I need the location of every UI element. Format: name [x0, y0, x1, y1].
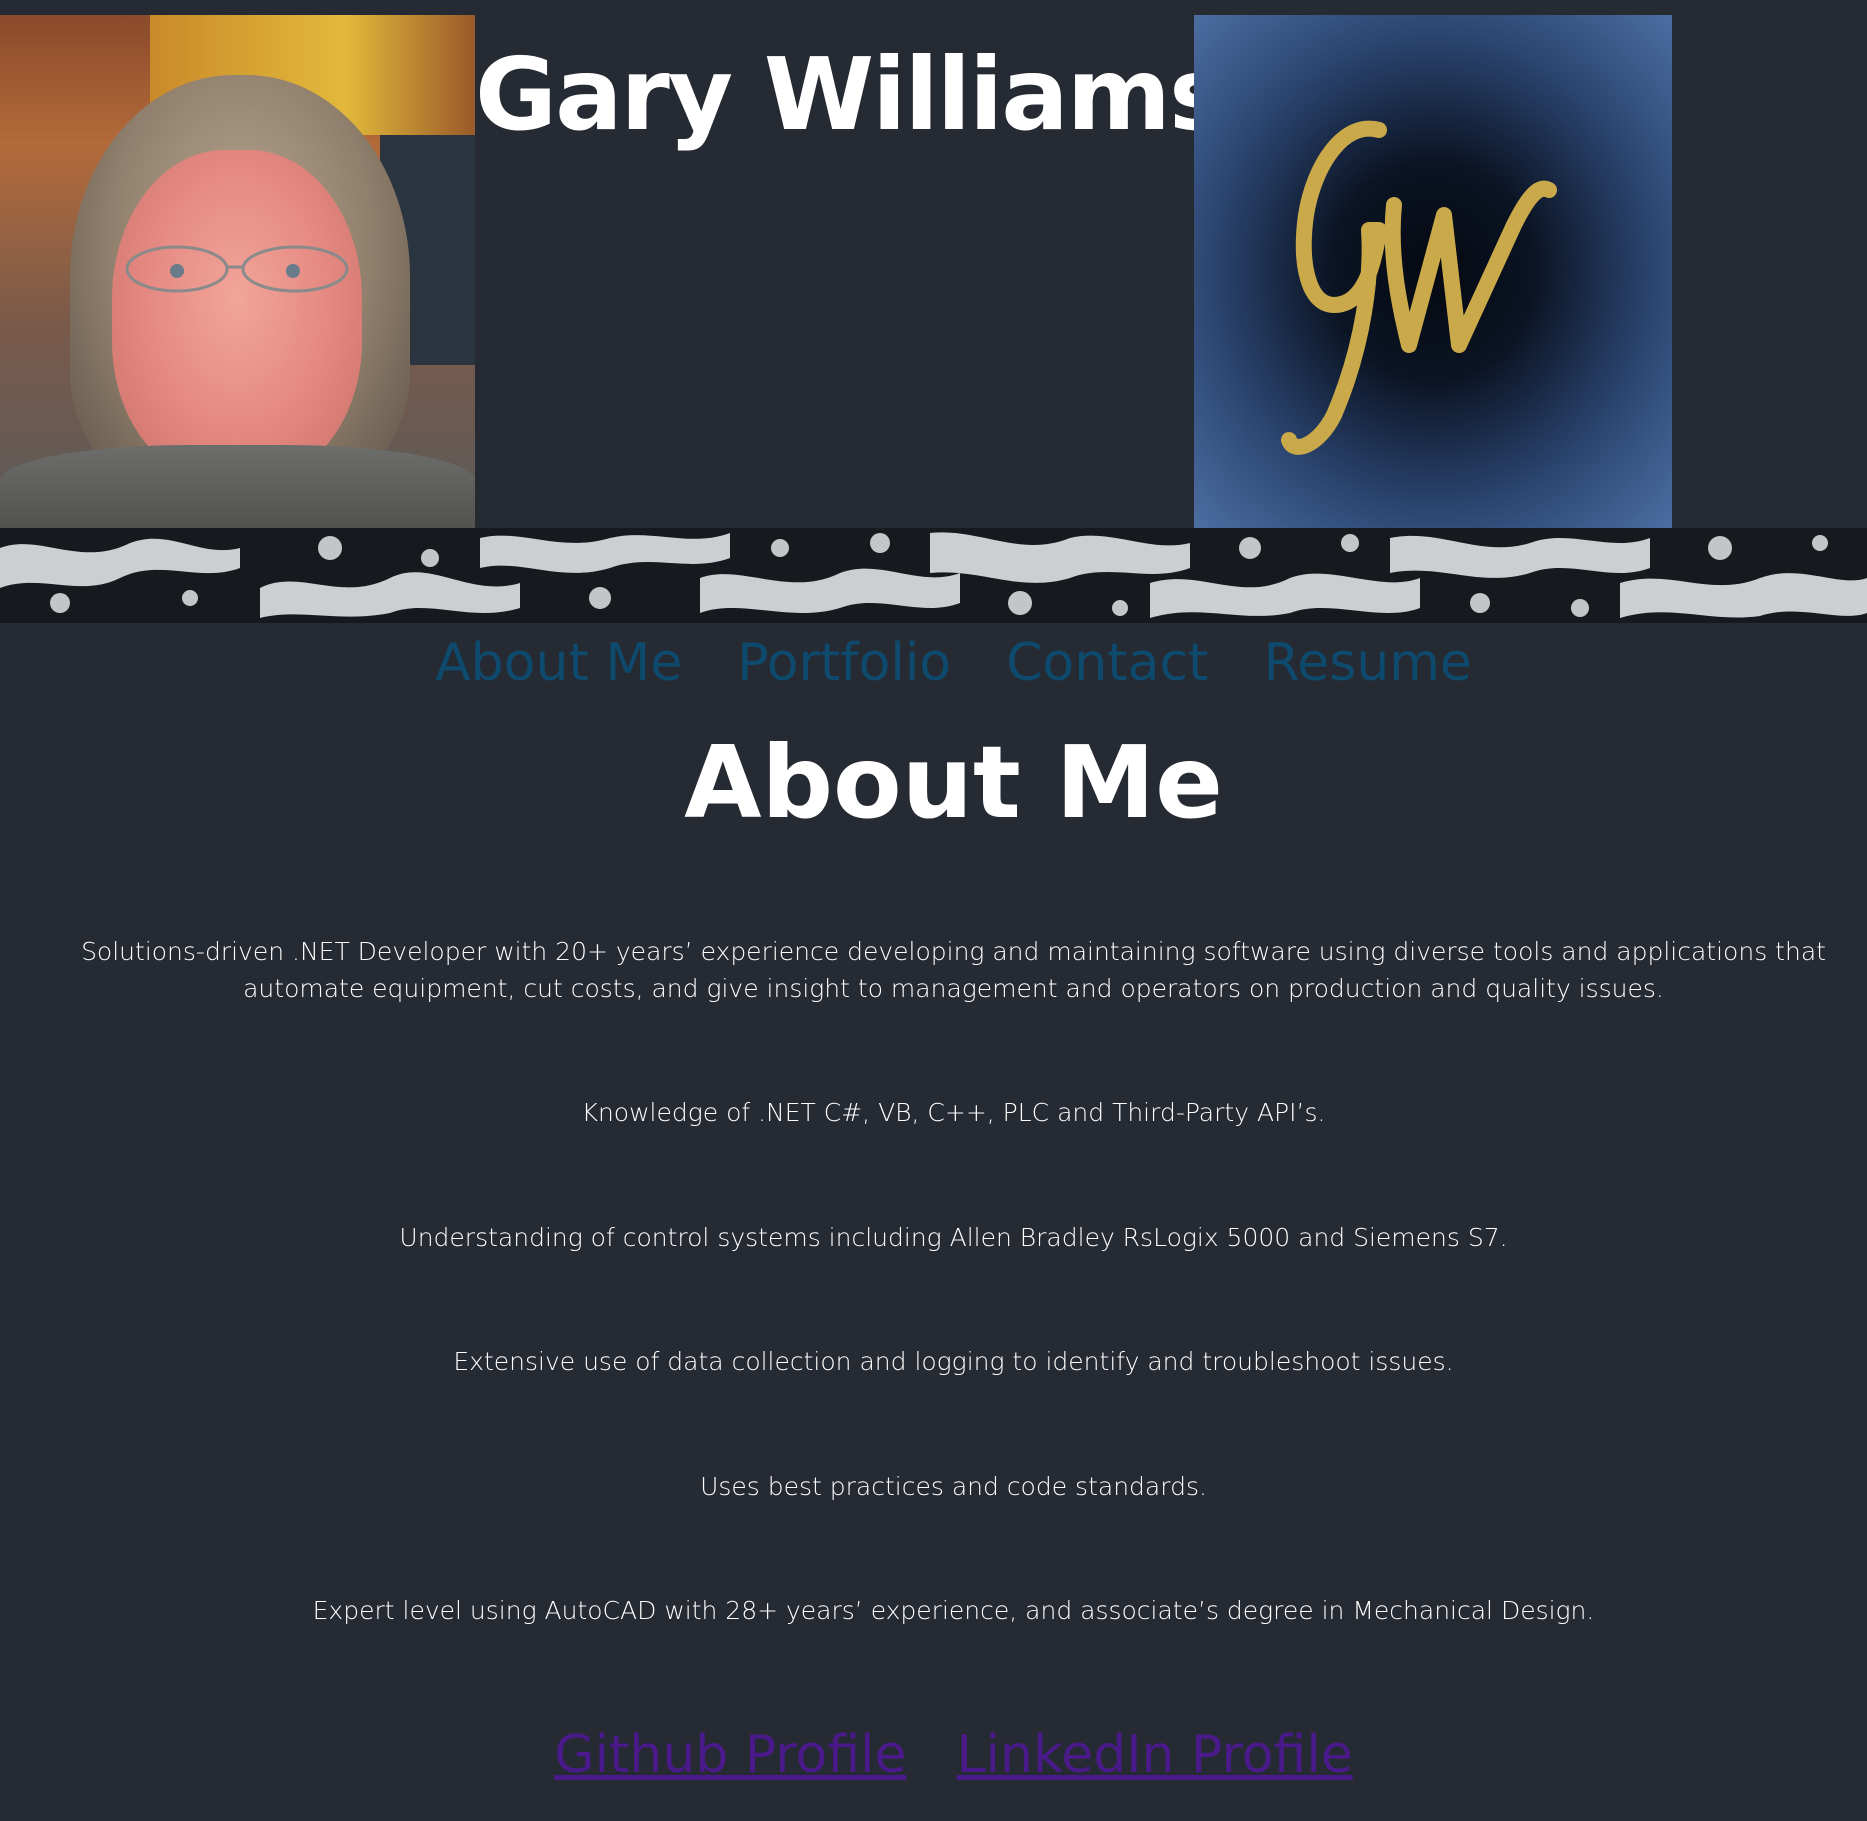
- nav-link-contact[interactable]: Contact: [1006, 633, 1208, 693]
- gw-monogram-icon: [1281, 120, 1557, 455]
- nav-link-about-me[interactable]: About Me: [435, 633, 682, 693]
- about-paragraph-knowledge: Knowledge of .NET C#, VB, C++, PLC and T…: [581, 1098, 1326, 1127]
- github-profile-link[interactable]: Github Profile: [554, 1720, 906, 1790]
- about-paragraph-control-systems: Understanding of control systems includi…: [399, 1223, 1508, 1252]
- linkedin-profile-link[interactable]: LinkedIn Profile: [957, 1720, 1353, 1790]
- section-title: About Me: [684, 724, 1223, 841]
- nav-link-resume[interactable]: Resume: [1263, 633, 1471, 693]
- main-nav: About Me Portfolio Contact Resume: [0, 628, 1867, 698]
- profile-links: Github Profile LinkedIn Profile: [0, 1720, 1867, 1790]
- site-title: Gary Williams: [475, 36, 1229, 153]
- about-paragraph-data-collection: Extensive use of data collection and log…: [453, 1347, 1454, 1376]
- profile-photo: [0, 15, 475, 528]
- nav-link-portfolio[interactable]: Portfolio: [737, 633, 951, 693]
- page: Gary Williams About Me Portfolio Contact…: [0, 0, 1867, 1821]
- about-paragraph-autocad: Expert level using AutoCAD with 28+ year…: [312, 1596, 1595, 1625]
- photo-face: [112, 150, 362, 480]
- ocean-foam-image: [0, 528, 1867, 623]
- photo-shirt: [0, 445, 475, 528]
- photo-glasses: [125, 245, 349, 293]
- about-paragraph-summary: Solutions-driven .NET Developer with 20+…: [81, 937, 1826, 1003]
- gw-monogram-logo: [1194, 15, 1672, 528]
- about-paragraph-best-practices: Uses best practices and code standards.: [700, 1472, 1207, 1501]
- wave-banner: [0, 528, 1867, 623]
- site-header: Gary Williams: [0, 0, 1867, 528]
